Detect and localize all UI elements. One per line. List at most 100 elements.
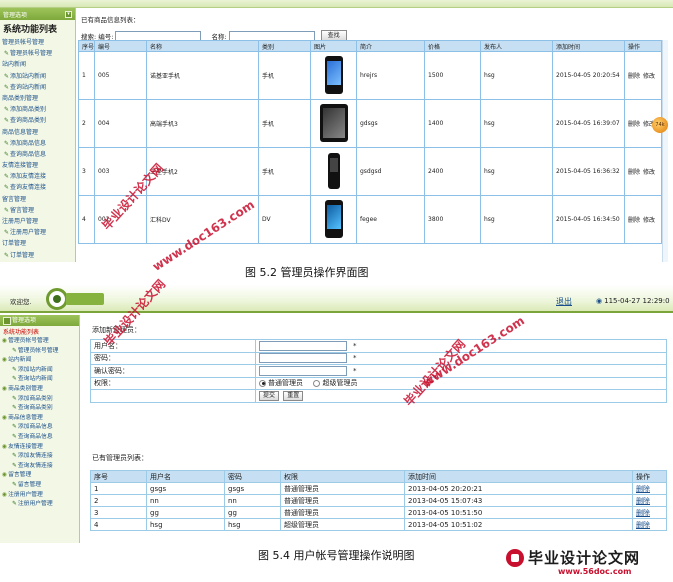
logout-link[interactable]: 退出: [556, 296, 572, 307]
cell-pwd: gg: [224, 506, 281, 519]
welcome-text: 欢迎您.: [10, 298, 32, 306]
sidebar-category[interactable]: 统计管理: [0, 261, 75, 262]
sidebar-item[interactable]: 查询友情连接: [0, 462, 79, 472]
delete-link[interactable]: 删除: [636, 509, 650, 517]
sidebar-category[interactable]: 商品信息管理: [0, 414, 79, 424]
sidebar-item[interactable]: 注册用户管理: [0, 227, 75, 238]
cell-cat: 手机: [258, 147, 311, 196]
sidebar-item[interactable]: 订单管理: [0, 250, 75, 261]
sidebar-category[interactable]: 订单管理: [0, 238, 75, 249]
product-image[interactable]: [324, 199, 343, 238]
sidebar-item[interactable]: 添加商品类别: [0, 104, 75, 115]
cell-time: 2015-04-05 16:39:07: [552, 99, 625, 148]
table-header: 序号 编号 名称 类别 图片 简介 价格 发布人 添加时间 操作: [78, 40, 662, 52]
sidebar-item[interactable]: 添加站内新闻: [0, 366, 79, 376]
sidebar-item[interactable]: 查询友情连接: [0, 182, 75, 193]
delete-link[interactable]: 删除: [628, 217, 640, 224]
product-image[interactable]: [324, 55, 343, 94]
sidebar-item[interactable]: 添加商品类别: [0, 395, 79, 405]
table-row: 2 004 高端手机3 手机 gdsgs 1400 hsg 2015-04-05 16:39:…: [78, 99, 662, 148]
column-header: 名称: [146, 40, 259, 52]
account-admin-screenshot: 欢迎您. 退出 ◉115-04-27 12:29:0 管理选项 系统功能列表 管…: [0, 285, 673, 543]
cell-cat: 手机: [258, 99, 311, 148]
column-header: 价格: [424, 40, 481, 52]
add-admin-form: 用户名： * 密码： * 确认密码： * 权限： 普通管理员 超级管理员 提交 …: [90, 339, 667, 403]
column-header: 操作: [624, 40, 662, 52]
product-image[interactable]: [319, 103, 348, 142]
sidebar-item[interactable]: 添加商品信息: [0, 423, 79, 433]
sidebar-category[interactable]: 友情连接管理: [0, 160, 75, 171]
cell-time: 2013-04-05 15:07:43: [404, 494, 633, 507]
sidebar-item[interactable]: 查询站内新闻: [0, 375, 79, 385]
username-input[interactable]: [259, 340, 347, 351]
sidebar-item[interactable]: 管理员帐号管理: [0, 347, 79, 357]
sidebar-item[interactable]: 添加友情连接: [0, 171, 75, 182]
column-header: 图片: [310, 40, 357, 52]
floating-badge[interactable]: 74k: [652, 117, 668, 133]
column-header: 序号: [78, 40, 95, 52]
cell-pwd: nn: [224, 494, 281, 507]
name-search-input[interactable]: [228, 30, 315, 41]
sidebar-item[interactable]: 注册用户管理: [0, 500, 79, 510]
sidebar-item[interactable]: 添加友情连接: [0, 452, 79, 462]
delete-link[interactable]: 删除: [628, 169, 640, 176]
sidebar-category[interactable]: 友情连接管理: [0, 443, 79, 453]
table-row: 4 hsg hsg 超级管理员 2013-04-05 10:51:02 删除: [90, 518, 667, 531]
sidebar-item[interactable]: 留言管理: [0, 481, 79, 491]
edit-link[interactable]: 修改: [643, 217, 655, 224]
edit-link[interactable]: 修改: [643, 169, 655, 176]
delete-link[interactable]: 删除: [636, 521, 650, 529]
sidebar-item[interactable]: 查询商品信息: [0, 433, 79, 443]
delete-link[interactable]: 删除: [628, 121, 640, 128]
column-header: 添加时间: [552, 40, 625, 52]
sidebar-item[interactable]: 查询商品类别: [0, 404, 79, 414]
sidebar-item[interactable]: 管理员帐号管理: [0, 48, 75, 59]
sidebar-category[interactable]: 商品类别管理: [0, 93, 75, 104]
column-header: 序号: [90, 470, 147, 483]
sidebar-category[interactable]: 注册用户管理: [0, 491, 79, 501]
password-input[interactable]: [259, 353, 347, 364]
delete-link[interactable]: 删除: [628, 73, 640, 80]
role-normal-radio[interactable]: [259, 379, 266, 387]
sidebar-category[interactable]: 站内新闻: [0, 356, 79, 366]
sidebar-header-label: 管理选项: [3, 11, 28, 19]
cell-pub: hsg: [480, 51, 553, 100]
code-search-input[interactable]: [115, 30, 202, 41]
sidebar-category[interactable]: 站内新闻: [0, 59, 75, 70]
sidebar-category[interactable]: 留言管理: [0, 471, 79, 481]
list-heading: 已有商品信息列表：: [81, 16, 140, 24]
product-image[interactable]: [327, 152, 340, 189]
edit-link[interactable]: 修改: [643, 73, 655, 80]
sidebar-category[interactable]: 管理员帐号管理: [0, 337, 79, 347]
collapse-icon[interactable]: ▾: [65, 10, 72, 18]
cell-image: [310, 147, 357, 196]
delete-link[interactable]: 删除: [636, 485, 650, 493]
column-header: 权限: [280, 470, 405, 483]
search-code-label: 搜索: 编号:: [81, 32, 114, 41]
sidebar-title: 系统功能列表: [3, 25, 58, 35]
reset-button[interactable]: 重置: [283, 390, 304, 401]
role-super-radio[interactable]: [313, 379, 321, 387]
sidebar-item[interactable]: 查询站内新闻: [0, 82, 75, 93]
sidebar-header: 管理选项: [0, 315, 79, 326]
sidebar-item[interactable]: 留言管理: [0, 205, 75, 216]
sidebar-category[interactable]: 商品类别管理: [0, 385, 79, 395]
submit-button[interactable]: 提交: [259, 390, 280, 401]
role-super-label: 超级管理员: [322, 379, 358, 388]
confirm-password-input[interactable]: [259, 365, 347, 376]
cell-user: gg: [146, 506, 225, 519]
sidebar-category[interactable]: 注册用户管理: [0, 216, 75, 227]
sidebar-item[interactable]: 查询商品信息: [0, 149, 75, 160]
sidebar-item[interactable]: 添加站内新闻: [0, 71, 75, 82]
sidebar-header: 管理选项 ▾: [0, 8, 75, 20]
sidebar-item[interactable]: 添加商品信息: [0, 138, 75, 149]
sidebar-category[interactable]: 商品信息管理: [0, 127, 75, 138]
sidebar-category[interactable]: 留言管理: [0, 194, 75, 205]
cell-idx: 2: [78, 99, 95, 148]
sidebar-category[interactable]: 管理员帐号管理: [0, 37, 75, 48]
cell-name: 高端手机3: [146, 99, 259, 148]
cell-actions: 删除: [632, 482, 667, 495]
sidebar-item[interactable]: 查询商品类别: [0, 115, 75, 126]
table-scrollbar[interactable]: [662, 40, 668, 262]
delete-link[interactable]: 删除: [636, 497, 650, 505]
